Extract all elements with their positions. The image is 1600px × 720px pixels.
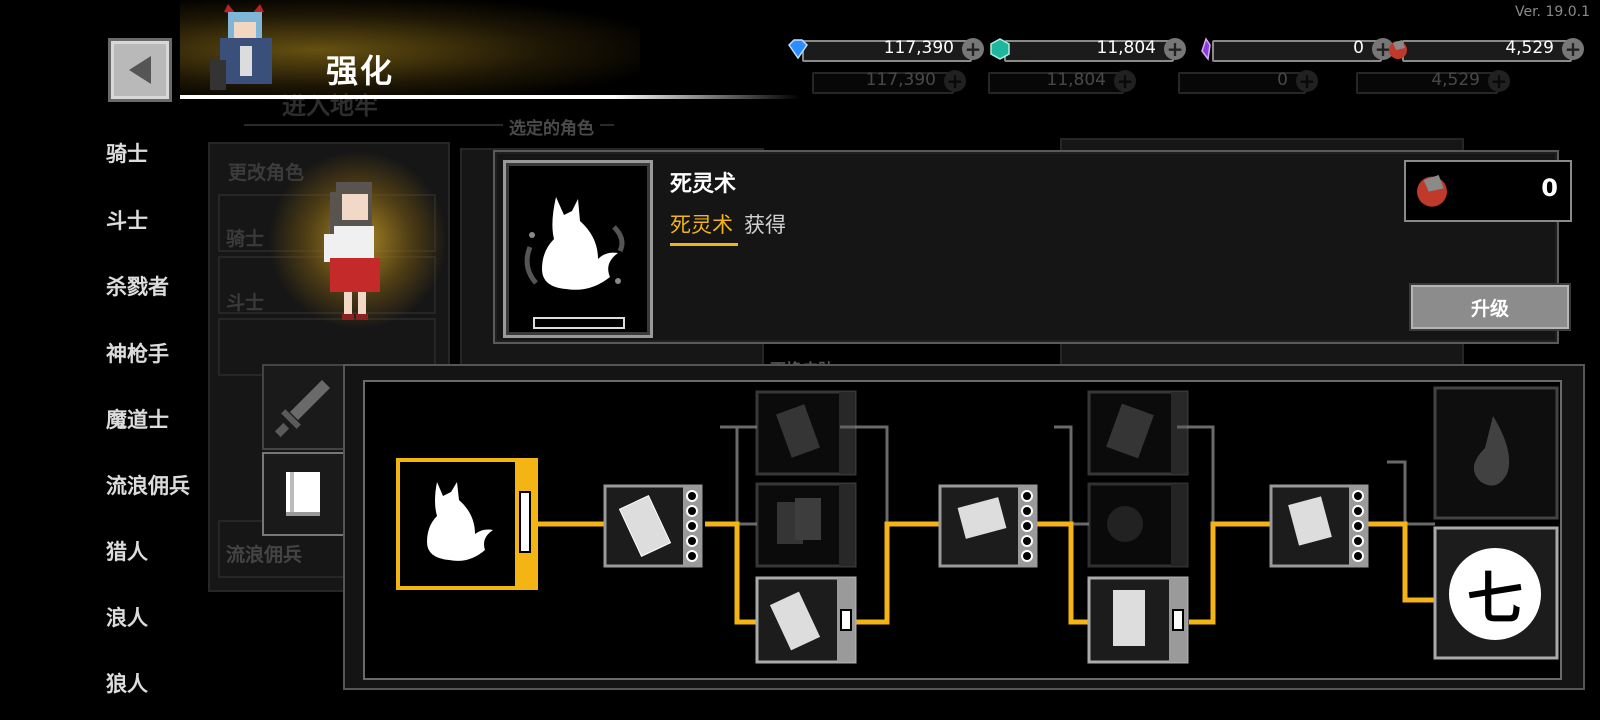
page-title: 强化 — [326, 52, 395, 90]
ghost-green-gem-value: 11,804 — [1046, 70, 1106, 90]
class-item-fighter[interactable]: 斗士 — [106, 205, 148, 235]
currency-red-ore: 4,529 + — [1386, 37, 1584, 62]
character-sprite — [320, 178, 396, 326]
acquired-skill-name: 死灵术 — [670, 213, 733, 237]
blue-gem-icon — [788, 39, 808, 60]
class-item-slayer[interactable]: 杀戮者 — [106, 271, 169, 301]
red-ore-icon — [1417, 175, 1447, 207]
purple-crystal-value: 0 — [1353, 38, 1364, 58]
red-ore-icon — [1389, 40, 1407, 59]
class-item-werewolf[interactable]: 狼人 — [106, 668, 148, 698]
class-item-ronin[interactable]: 浪人 — [106, 602, 148, 632]
hero-portrait — [206, 0, 286, 96]
class-item-magician[interactable]: 魔道士 — [106, 404, 169, 434]
bg-row-1-label: 骑士 — [226, 228, 265, 250]
tab-skill-book[interactable] — [262, 452, 346, 536]
back-arrow-icon — [129, 56, 151, 84]
sword-icon — [274, 380, 330, 438]
upgrade-cost-value: 0 — [1541, 174, 1558, 202]
ghost-plus-2: + — [1114, 70, 1136, 92]
bg-selected-label: 选定的角色 — [503, 114, 600, 139]
skill-node-tier4-bottom[interactable] — [1087, 576, 1189, 664]
skill-node-tier2-top[interactable] — [755, 390, 857, 476]
skill-node-tier2-mid[interactable] — [755, 482, 857, 568]
add-green-gem-button[interactable]: + — [1164, 38, 1186, 60]
final-glyph: 七 — [1467, 567, 1523, 632]
selected-skill-frame — [503, 160, 653, 338]
ghost-blue-gem-value: 117,390 — [865, 70, 936, 90]
skill-node-tier5[interactable] — [1269, 484, 1369, 568]
currency-ghost-blue-gem: 117,390 + — [796, 69, 966, 94]
currency-ghost-purple: 0 + — [1162, 69, 1318, 94]
add-blue-gem-button[interactable]: + — [962, 38, 984, 60]
currency-purple-crystal: 0 + — [1196, 37, 1394, 62]
add-red-ore-button[interactable]: + — [1562, 38, 1584, 60]
fox-spirit-icon — [524, 197, 625, 290]
title-underline — [180, 95, 800, 99]
skill-level-bar — [533, 317, 625, 329]
skill-name: 死灵术 — [670, 172, 737, 197]
ghost-plus-3: + — [1296, 70, 1318, 92]
currency-blue-gem: 117,390 + — [786, 37, 984, 62]
currency-green-gem: 11,804 + — [988, 37, 1186, 62]
ghost-plus-4: + — [1488, 70, 1510, 92]
class-item-mercenary[interactable]: 流浪佣兵 — [106, 470, 190, 500]
green-gem-value: 11,804 — [1096, 38, 1156, 58]
upgrade-cost-box: 0 — [1404, 160, 1572, 222]
ghost-plus-1: + — [944, 70, 966, 92]
ghost-red-value: 4,529 — [1431, 70, 1480, 90]
ghost-purple-value: 0 — [1277, 70, 1288, 90]
skill-node-final-top[interactable] — [1433, 386, 1559, 520]
skill-node-tier4-top[interactable] — [1087, 390, 1189, 476]
currency-ghost-red: 4,529 + — [1340, 69, 1510, 94]
purple-crystal-icon — [1201, 37, 1211, 61]
skill-node-final-bottom[interactable]: 七 — [1433, 526, 1559, 660]
skill-node-tier4-mid[interactable] — [1087, 482, 1189, 568]
green-gem-icon — [990, 38, 1010, 60]
class-item-knight[interactable]: 骑士 — [106, 138, 148, 168]
skill-tree-canvas: 七 — [363, 380, 1562, 680]
class-item-gunner[interactable]: 神枪手 — [106, 338, 169, 368]
acquired-label: 获得 — [744, 213, 786, 237]
skill-node-tier2-bottom[interactable] — [755, 576, 857, 664]
slash-icon — [1107, 506, 1143, 542]
upgrade-button[interactable]: 升级 — [1409, 283, 1571, 331]
book-icon — [286, 472, 320, 516]
red-ore-value: 4,529 — [1505, 38, 1554, 58]
skill-node-tier3[interactable] — [938, 484, 1038, 568]
acquired-underline — [670, 243, 738, 246]
bg-row-2-label: 斗士 — [226, 292, 265, 314]
blue-gem-value: 117,390 — [883, 38, 954, 58]
bg-row-6-label: 流浪佣兵 — [226, 544, 303, 566]
skill-node-root[interactable] — [396, 458, 538, 590]
skill-node-tier1[interactable] — [603, 484, 703, 568]
tab-weapon[interactable] — [262, 364, 346, 450]
currency-ghost-green-gem: 11,804 + — [972, 69, 1136, 94]
talisman-card-icon — [1113, 590, 1145, 646]
back-button[interactable] — [108, 38, 172, 102]
class-item-hunter[interactable]: 猎人 — [106, 536, 148, 566]
